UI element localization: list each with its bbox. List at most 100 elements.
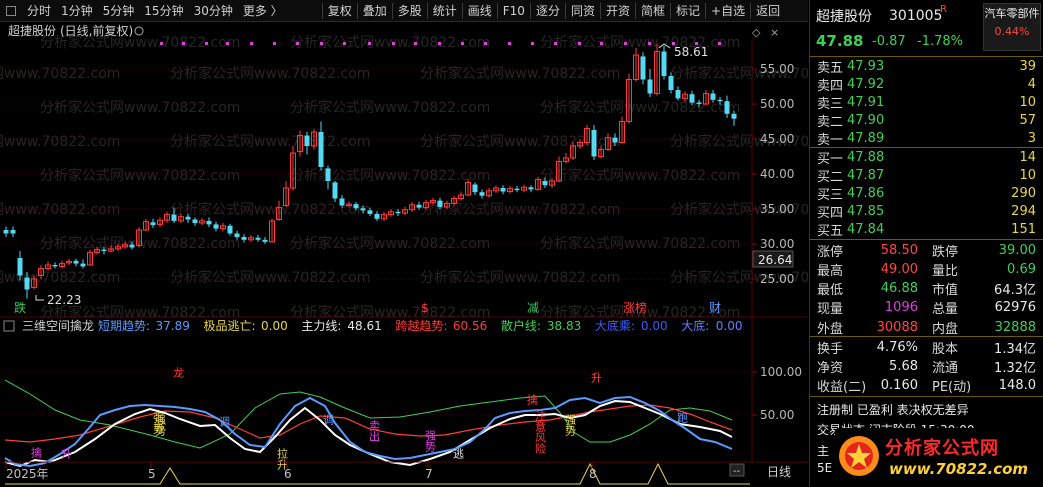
ask-row[interactable]: 卖三 47.91 10: [810, 93, 1043, 112]
candle-body-down: [731, 113, 737, 119]
ask-label: 卖二: [817, 115, 844, 131]
stat-label: 流通: [932, 360, 959, 376]
stat-row: 现量 1096 总量 62976: [810, 299, 1043, 317]
watermark-text: 分析家公式网www.70822.com: [420, 133, 620, 150]
tab-fenshi[interactable]: 分时: [22, 0, 56, 22]
signal-dot: [182, 42, 185, 45]
stat-label: 总量: [932, 302, 959, 318]
ask-volume: 10: [1019, 94, 1036, 110]
bid-price: 47.88: [847, 149, 885, 165]
stat-value: 1096: [884, 300, 918, 316]
candle-body-down: [640, 56, 646, 80]
indicator-signal-text: 跑: [676, 411, 689, 423]
tab-1min[interactable]: 1分钟: [56, 0, 98, 22]
signal-label: 财: [709, 301, 721, 315]
diamond-icon[interactable]: ◇: [752, 26, 761, 39]
ask-price: 47.90: [847, 113, 885, 129]
kline-chart[interactable]: 分析家公式网www.70822.com 分析家公式网www.70822.com 分析…: [0, 22, 808, 487]
watermark-text: 分析家公式网www.70822.com: [420, 65, 620, 82]
tab-30min[interactable]: 30分钟: [189, 0, 238, 22]
btn-f10[interactable]: F10: [498, 0, 530, 22]
signal-dot: [226, 42, 229, 45]
btn-stats[interactable]: 统计: [428, 0, 462, 22]
indicator-item-value: 60.56: [453, 319, 487, 333]
candle-body-down: [437, 200, 443, 207]
period-label[interactable]: 日线: [767, 465, 791, 479]
window-icon[interactable]: [6, 5, 16, 16]
last-price: 47.88: [816, 32, 864, 50]
candle-body-down: [612, 137, 618, 143]
stat-label: 股本: [932, 341, 959, 357]
ask-row[interactable]: 卖四 47.92 4: [810, 75, 1043, 94]
bid-row[interactable]: 买二 47.87 10: [810, 166, 1043, 185]
tab-15min[interactable]: 15分钟: [139, 0, 188, 22]
btn-tongzi[interactable]: 同资: [566, 0, 600, 22]
close-icon[interactable]: ×: [770, 26, 779, 39]
bid-volume: 14: [1019, 149, 1036, 165]
ask-volume: 4: [1027, 76, 1036, 92]
btn-add-watchlist[interactable]: +自选: [706, 0, 750, 22]
stock-terminal: 分时 1分钟 5分钟 15分钟 30分钟 更多 〉 复权 叠加 多股 统计 画线…: [0, 0, 1043, 487]
indicator-signal-text: 注意风险: [534, 409, 547, 455]
stat-value: 62976: [994, 300, 1036, 316]
signal-dot: [438, 42, 441, 45]
candle-body-down: [192, 219, 198, 223]
ask-row[interactable]: 卖五 47.93 39: [810, 57, 1043, 76]
xaxis-label: 5: [148, 467, 156, 481]
btn-back[interactable]: 返回: [751, 0, 785, 22]
bid-price: 47.86: [847, 185, 885, 201]
r-badge: R: [940, 4, 947, 15]
watermark-text: 分析家公式网www.70822.com: [170, 269, 370, 286]
toolbar: 分时 1分钟 5分钟 15分钟 30分钟 更多 〉 复权 叠加 多股 统计 画线…: [0, 0, 808, 22]
signal-dot: [160, 42, 163, 45]
watermark-text: 分析家公式网www.70822.com: [170, 65, 370, 82]
indicator-menu-icon[interactable]: [3, 320, 15, 332]
signal-dot: [296, 42, 299, 45]
bottom-text-1: 主: [817, 443, 830, 458]
candle-body-down: [500, 188, 506, 192]
bid-row[interactable]: 买五 47.84 151: [810, 221, 1043, 239]
candle-body-down: [185, 216, 191, 220]
ask-volume: 39: [1019, 58, 1036, 74]
logo-title: 分析家公式网: [885, 438, 999, 459]
ask-row[interactable]: 卖二 47.90 57: [810, 112, 1043, 130]
btn-overlay[interactable]: 叠加: [358, 0, 392, 22]
bid-row[interactable]: 买一 47.88 14: [810, 148, 1043, 167]
stat-label: 外盘: [817, 321, 844, 337]
signal-dot: [624, 42, 627, 45]
btn-fuquan[interactable]: 复权: [323, 0, 357, 22]
btn-multi[interactable]: 多股: [393, 0, 427, 22]
quote-price-row: 47.88 -0.87 -1.78%: [810, 30, 1043, 52]
price-tick-label: 40.00: [760, 167, 794, 181]
btn-jiankuang[interactable]: 简框: [636, 0, 670, 22]
signal-dot: [718, 42, 721, 45]
candle-body-down: [514, 188, 520, 191]
chart-stock-name: 超捷股份: [8, 23, 56, 38]
btn-zhufen[interactable]: 逐分: [531, 0, 565, 22]
tab-5min[interactable]: 5分钟: [98, 0, 140, 22]
stat-row: 收益(二) 0.160 PE(动) 148.0: [810, 377, 1043, 395]
signal-dot: [392, 42, 395, 45]
btn-kaizi[interactable]: 开资: [601, 0, 635, 22]
signal-dot: [250, 42, 253, 45]
indicator-signal-text: 龙: [172, 367, 185, 378]
indicator-signal-text: 升: [60, 448, 73, 460]
tab-more[interactable]: 更多 〉: [238, 0, 288, 22]
bid-volume: 10: [1019, 167, 1036, 183]
bid-row[interactable]: 买三 47.86 290: [810, 184, 1043, 203]
sector-name: 汽车零部件: [984, 7, 1040, 20]
btn-draw[interactable]: 画线: [463, 0, 497, 22]
bid-row[interactable]: 买四 47.85 294: [810, 203, 1043, 221]
candle-body-down: [10, 230, 16, 234]
indicator-signal-text: 调: [322, 414, 335, 426]
ask-row[interactable]: 卖一 47.89 3: [810, 130, 1043, 148]
settings-dot-icon[interactable]: [134, 26, 144, 36]
signal-label: 减: [527, 301, 539, 315]
signal-dot: [461, 42, 464, 45]
indicator-name: 三维空间擒龙: [22, 318, 94, 333]
indicator-item-label: 主力线:: [301, 319, 341, 333]
bid-price: 47.87: [847, 167, 885, 183]
price-tick-label: 45.00: [760, 132, 794, 146]
site-logo: 分析家公式网 www.70822.com: [835, 428, 1040, 483]
btn-mark[interactable]: 标记: [671, 0, 705, 22]
